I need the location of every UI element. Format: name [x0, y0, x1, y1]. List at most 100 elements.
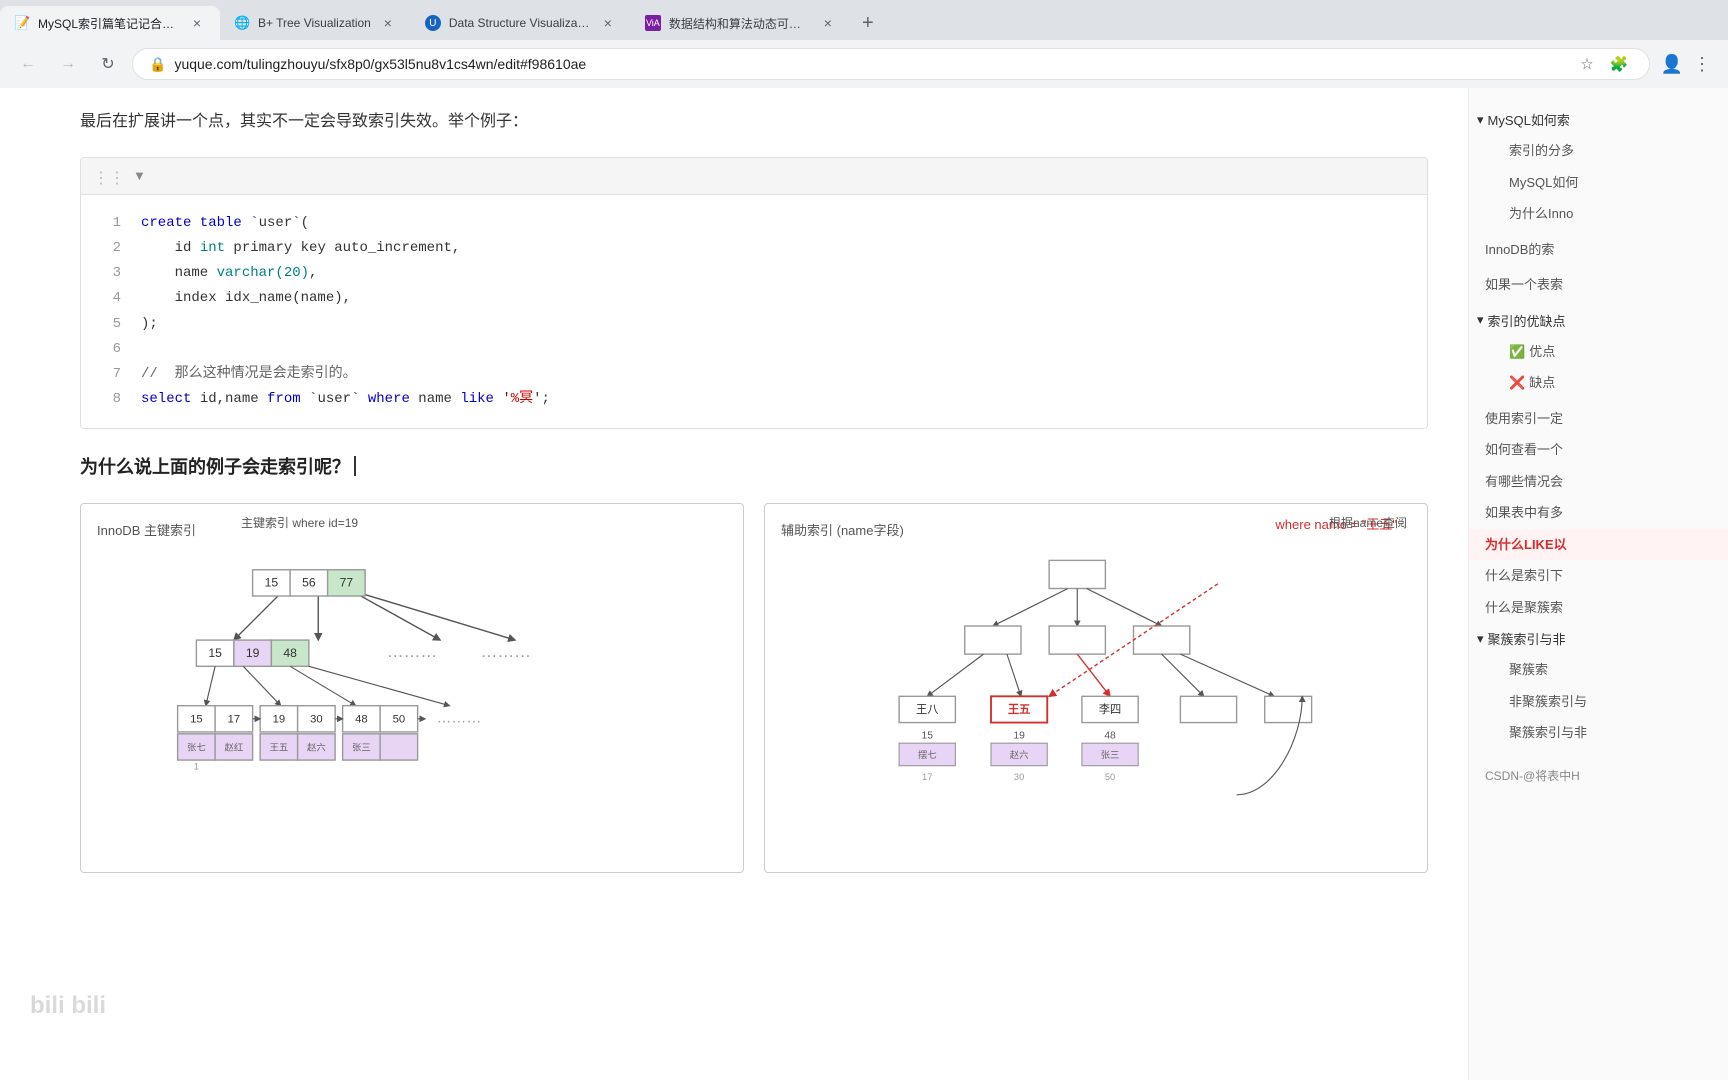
lock-icon: 🔒: [149, 56, 166, 73]
line-number: 2: [101, 236, 121, 261]
code-line-8: 8 select id,name from `user` where name …: [101, 387, 1407, 412]
svg-text:30: 30: [1014, 772, 1024, 782]
svg-text:………: ………: [480, 642, 531, 661]
svg-text:19: 19: [246, 646, 260, 660]
tab-title-1: MySQL索引篇笔记记合集 · 语雀: [38, 15, 180, 32]
svg-text:48: 48: [355, 714, 368, 726]
sidebar-item-csdn[interactable]: CSDN-@将表中H: [1469, 761, 1728, 791]
sidebar-item-mysql-how[interactable]: MySQL如何: [1493, 167, 1728, 199]
line-content: id int primary key auto_increment,: [141, 236, 460, 261]
sidebar-item-when-fail[interactable]: 有哪些情况会: [1469, 466, 1728, 498]
main-layout: 最后在扩展讲一个点，其实不一定会导致索引失效。举个例子： ⋮⋮ ▼ 1 crea…: [0, 88, 1728, 1080]
drag-handle-icon[interactable]: ⋮⋮: [93, 168, 125, 188]
primary-index-svg: 15 56 77 15 19 48 ……… ………: [97, 551, 727, 851]
code-body: 1 create table `user`( 2 id int primary …: [81, 195, 1427, 429]
more-icon[interactable]: ⋮: [1688, 50, 1716, 78]
tab-chinese-viz[interactable]: ViA 数据结构和算法动态可视化 (Chi… ×: [631, 6, 851, 40]
sidebar-item-table-index[interactable]: 如果一个表索: [1469, 269, 1728, 301]
secondary-index-panel: 辅助索引 (name字段) where name = "王五" 根据name查阅: [764, 503, 1428, 873]
sidebar-parent-clustered[interactable]: ▾ 聚簇索引与非: [1469, 623, 1728, 654]
line-content: name varchar(20),: [141, 261, 317, 286]
keyword-like: like: [460, 391, 494, 407]
sidebar-item-clustered-vs[interactable]: 聚簇索引与非: [1493, 717, 1728, 749]
svg-text:赵六: 赵六: [307, 742, 326, 753]
sidebar-section-clustered-vs-non: ▾ 聚簇索引与非 聚簇索 非聚簇索引与 聚簇索引与非: [1469, 623, 1728, 749]
sidebar-item-why-like[interactable]: 为什么LIKE以: [1469, 529, 1728, 561]
sidebar-parent-label: MySQL如何索: [1488, 110, 1570, 129]
sidebar-parent-mysql[interactable]: ▾ MySQL如何索: [1469, 104, 1728, 135]
tab-bar: 📝 MySQL索引篇笔记记合集 · 语雀 × 🌐 B+ Tree Visuali…: [0, 0, 1728, 40]
profile-icon[interactable]: 👤: [1658, 50, 1686, 78]
x-icon: ❌: [1509, 375, 1525, 390]
line-number: 3: [101, 261, 121, 286]
sidebar-pros-cons-label: 索引的优缺点: [1488, 311, 1566, 330]
svg-text:张七: 张七: [187, 743, 206, 753]
tab-close-3[interactable]: ×: [599, 14, 617, 32]
sidebar-item-use-index[interactable]: 使用索引一定: [1469, 403, 1728, 435]
innodb-primary-index-panel: InnoDB 主键索引 主键索引 where id=19 15 56 77: [80, 503, 744, 873]
question-text: 为什么说上面的例子会走索引呢？: [80, 453, 1428, 479]
sidebar-section-table-index: 如果一个表索: [1469, 269, 1728, 301]
tab-favicon-1: 📝: [14, 15, 30, 31]
svg-text:赵六: 赵六: [1010, 749, 1029, 760]
sidebar-parent-pros-cons[interactable]: ▾ 索引的优缺点: [1469, 305, 1728, 336]
tab-mysql[interactable]: 📝 MySQL索引篇笔记记合集 · 语雀 ×: [0, 6, 220, 40]
keyword-from: from: [267, 391, 301, 407]
sidebar-item-index-partition[interactable]: 索引的分多: [1493, 135, 1728, 167]
sidebar-item-clustered[interactable]: 什么是聚簇索: [1469, 592, 1728, 624]
line-number: 4: [101, 286, 121, 311]
line-content: create table `user`(: [141, 211, 309, 236]
tab-close-2[interactable]: ×: [379, 14, 397, 32]
sidebar-section-pros-cons: ▾ 索引的优缺点 ✅优点 ❌缺点: [1469, 305, 1728, 399]
forward-button[interactable]: →: [52, 48, 84, 80]
svg-text:………: ………: [387, 642, 438, 661]
tab-datastructure[interactable]: U Data Structure Visualization ×: [411, 6, 631, 40]
sidebar-item-clustered-sub[interactable]: 聚簇索: [1493, 654, 1728, 686]
line-content: select id,name from `user` where name li…: [141, 387, 550, 412]
right-sidebar: ▾ MySQL如何索 索引的分多 MySQL如何 为什么Inno InnoDB的…: [1468, 88, 1728, 1080]
tab-close-1[interactable]: ×: [188, 14, 206, 32]
tab-title-2: B+ Tree Visualization: [258, 16, 371, 30]
browser-chrome: 📝 MySQL索引篇笔记记合集 · 语雀 × 🌐 B+ Tree Visuali…: [0, 0, 1728, 88]
tab-favicon-2: 🌐: [234, 15, 250, 31]
sidebar-item-index-pushdown[interactable]: 什么是索引下: [1469, 560, 1728, 592]
sidebar-item-multi-field[interactable]: 如果表中有多: [1469, 497, 1728, 529]
line-number: 5: [101, 312, 121, 337]
new-tab-button[interactable]: +: [851, 6, 885, 40]
line-number: 7: [101, 362, 121, 387]
svg-text:张三: 张三: [352, 743, 371, 753]
address-bar-row: ← → ↻ 🔒 yuque.com/tulingzhouyu/sfx8p0/gx…: [0, 40, 1728, 88]
svg-text:张三: 张三: [1101, 750, 1120, 760]
tab-favicon-3: U: [425, 15, 441, 31]
tab-close-4[interactable]: ×: [819, 14, 837, 32]
sidebar-item-pros[interactable]: ✅优点: [1493, 336, 1728, 368]
address-right-icons: ☆ 🧩: [1573, 50, 1633, 78]
code-type-dropdown[interactable]: ▼: [133, 168, 146, 183]
intro-text: 最后在扩展讲一个点，其实不一定会导致索引失效。举个例子：: [80, 108, 1428, 137]
refresh-button[interactable]: ↻: [92, 48, 124, 80]
svg-text:李四: 李四: [1099, 702, 1122, 716]
sidebar-item-non-clustered[interactable]: 非聚簇索引与: [1493, 686, 1728, 718]
sidebar-item-check-index[interactable]: 如何查看一个: [1469, 434, 1728, 466]
back-button[interactable]: ←: [12, 48, 44, 80]
svg-text:48: 48: [283, 646, 297, 660]
svg-text:王八: 王八: [916, 704, 939, 716]
chevron-down-icon-3: ▾: [1477, 631, 1484, 647]
innodb-panel-title: InnoDB 主键索引: [97, 520, 727, 539]
sidebar-clustered-label: 聚簇索引与非: [1488, 629, 1566, 648]
tab-title-3: Data Structure Visualization: [449, 16, 591, 30]
code-line-1: 1 create table `user`(: [101, 211, 1407, 236]
svg-text:50: 50: [1105, 772, 1115, 782]
tab-btree[interactable]: 🌐 B+ Tree Visualization ×: [220, 6, 411, 40]
svg-text:1: 1: [194, 762, 199, 772]
sidebar-item-cons[interactable]: ❌缺点: [1493, 367, 1728, 399]
sidebar-item-innodb-index[interactable]: InnoDB的索: [1469, 234, 1728, 266]
svg-text:15: 15: [265, 576, 279, 590]
check-icon: ✅: [1509, 344, 1525, 359]
address-bar[interactable]: 🔒 yuque.com/tulingzhouyu/sfx8p0/gx53l5nu…: [132, 48, 1650, 80]
sidebar-item-why-innodb[interactable]: 为什么Inno: [1493, 198, 1728, 230]
keyword-int: int: [200, 240, 225, 256]
extension-icon[interactable]: 🧩: [1605, 50, 1633, 78]
tab-favicon-4: ViA: [645, 15, 661, 31]
star-icon[interactable]: ☆: [1573, 50, 1601, 78]
